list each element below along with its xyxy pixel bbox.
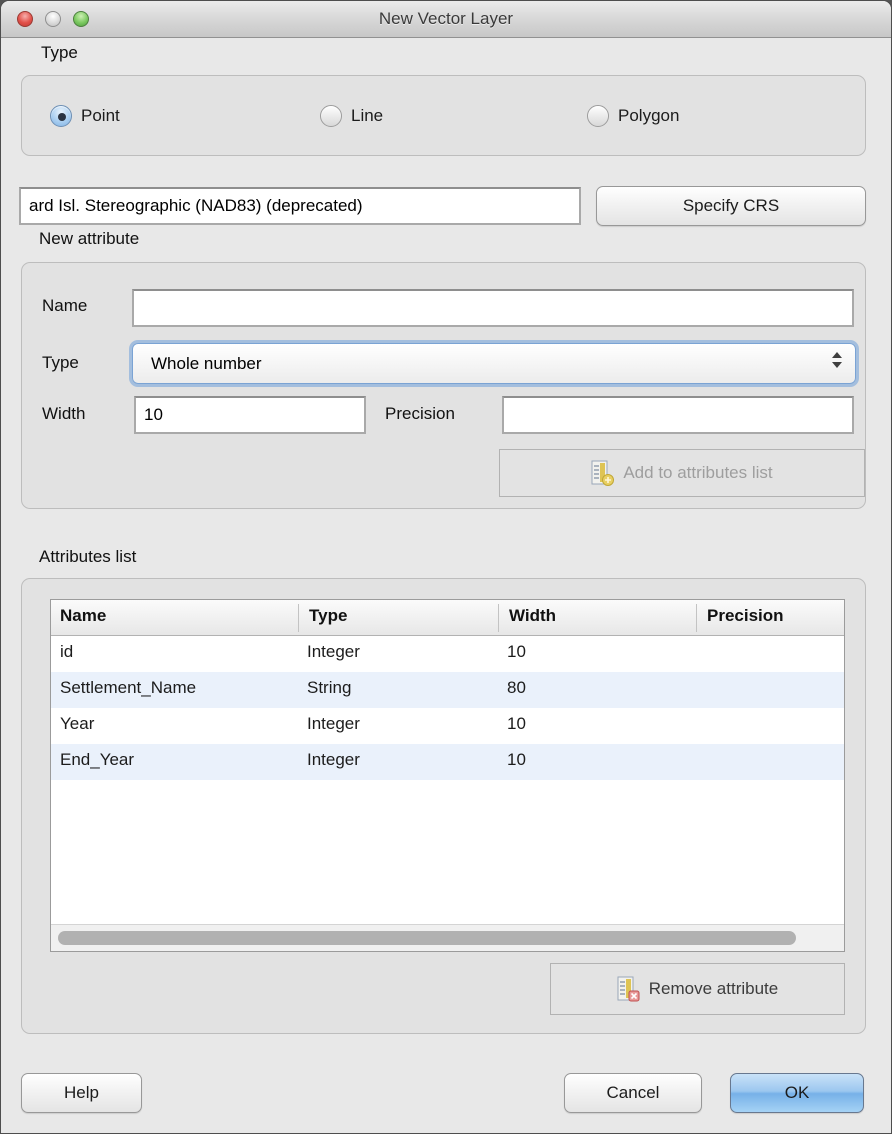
remove-attribute-icon bbox=[617, 976, 641, 1003]
width-field-label: Width bbox=[42, 404, 85, 424]
table-row[interactable]: Year Integer 10 bbox=[51, 708, 844, 744]
column-divider[interactable] bbox=[298, 604, 299, 632]
attribute-width-input[interactable]: 10 bbox=[134, 396, 366, 434]
remove-attribute-label: Remove attribute bbox=[649, 979, 778, 999]
cell-name: End_Year bbox=[60, 750, 134, 770]
radio-polygon[interactable]: Polygon bbox=[587, 105, 679, 127]
crs-input[interactable]: ard Isl. Stereographic (NAD83) (deprecat… bbox=[19, 187, 581, 225]
add-to-attributes-list-label: Add to attributes list bbox=[623, 463, 772, 483]
table-row[interactable]: End_Year Integer 10 bbox=[51, 744, 844, 780]
col-header-width[interactable]: Width bbox=[509, 606, 556, 626]
cell-name: Settlement_Name bbox=[60, 678, 196, 698]
remove-attribute-button[interactable]: Remove attribute bbox=[550, 963, 845, 1015]
attribute-type-value: Whole number bbox=[151, 354, 262, 374]
table-row[interactable]: Settlement_Name String 80 bbox=[51, 672, 844, 708]
new-attribute-groupbox: Name Type Whole number Width 10 Precisio… bbox=[21, 262, 866, 509]
col-header-type[interactable]: Type bbox=[309, 606, 347, 626]
table-row[interactable]: id Integer 10 bbox=[51, 636, 844, 672]
titlebar[interactable]: New Vector Layer bbox=[1, 1, 891, 38]
type-groupbox: Point Line Polygon bbox=[21, 75, 866, 156]
attribute-name-input[interactable] bbox=[132, 289, 854, 327]
cell-name: Year bbox=[60, 714, 94, 734]
radio-line-label: Line bbox=[351, 106, 383, 126]
horizontal-scrollbar-thumb[interactable] bbox=[58, 931, 796, 945]
radio-line-circle-icon[interactable] bbox=[320, 105, 342, 127]
radio-point[interactable]: Point bbox=[50, 105, 120, 127]
cell-width: 10 bbox=[507, 750, 526, 770]
cell-name: id bbox=[60, 642, 73, 662]
name-field-label: Name bbox=[42, 296, 87, 316]
add-attribute-icon bbox=[591, 460, 615, 487]
help-button[interactable]: Help bbox=[21, 1073, 142, 1113]
cell-width: 80 bbox=[507, 678, 526, 698]
attributes-list-group-label: Attributes list bbox=[39, 547, 136, 567]
ok-button[interactable]: OK bbox=[730, 1073, 864, 1113]
radio-polygon-circle-icon[interactable] bbox=[587, 105, 609, 127]
radio-point-circle-icon[interactable] bbox=[50, 105, 72, 127]
attributes-table[interactable]: Name Type Width Precision id Integer 10 … bbox=[50, 599, 845, 952]
attribute-type-select[interactable]: Whole number bbox=[132, 343, 856, 384]
type-group-label: Type bbox=[41, 43, 78, 63]
cell-width: 10 bbox=[507, 714, 526, 734]
cell-type: String bbox=[307, 678, 351, 698]
type-field-label: Type bbox=[42, 353, 79, 373]
radio-line[interactable]: Line bbox=[320, 105, 383, 127]
column-divider[interactable] bbox=[498, 604, 499, 632]
attributes-list-groupbox: Name Type Width Precision id Integer 10 … bbox=[21, 578, 866, 1034]
cancel-button[interactable]: Cancel bbox=[564, 1073, 702, 1113]
attribute-precision-input[interactable] bbox=[502, 396, 854, 434]
cell-width: 10 bbox=[507, 642, 526, 662]
new-attribute-group-label: New attribute bbox=[39, 229, 139, 249]
cell-type: Integer bbox=[307, 750, 360, 770]
new-vector-layer-dialog: New Vector Layer Type Point Line Polygon… bbox=[0, 0, 892, 1134]
add-to-attributes-list-button[interactable]: Add to attributes list bbox=[499, 449, 865, 497]
column-divider[interactable] bbox=[696, 604, 697, 632]
col-header-precision[interactable]: Precision bbox=[707, 606, 784, 626]
cell-type: Integer bbox=[307, 642, 360, 662]
specify-crs-button[interactable]: Specify CRS bbox=[596, 186, 866, 226]
window-title: New Vector Layer bbox=[1, 9, 891, 29]
precision-field-label: Precision bbox=[385, 404, 455, 424]
radio-point-label: Point bbox=[81, 106, 120, 126]
col-header-name[interactable]: Name bbox=[60, 606, 106, 626]
chevron-up-down-icon bbox=[832, 352, 842, 368]
cell-type: Integer bbox=[307, 714, 360, 734]
attributes-table-header[interactable]: Name Type Width Precision bbox=[51, 600, 844, 636]
horizontal-scrollbar[interactable] bbox=[51, 924, 844, 951]
radio-polygon-label: Polygon bbox=[618, 106, 679, 126]
